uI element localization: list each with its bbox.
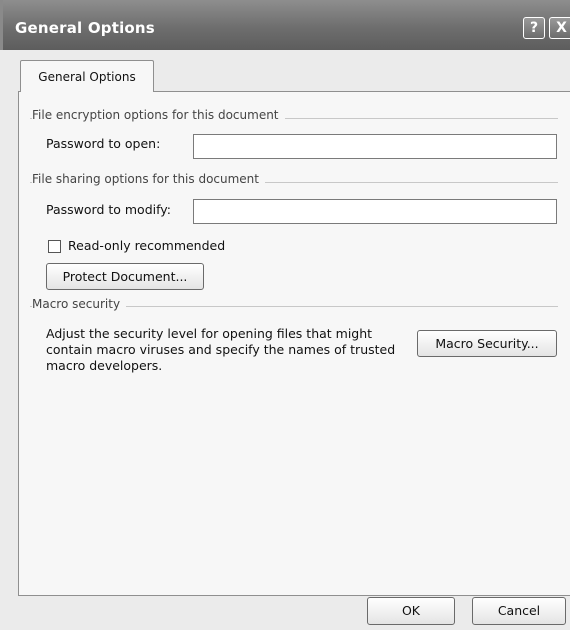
password-open-field[interactable]	[193, 134, 557, 159]
readonly-label[interactable]: Read-only recommended	[68, 238, 225, 253]
help-button[interactable]: ?	[523, 17, 545, 39]
encryption-group-label: File encryption options for this documen…	[32, 108, 285, 122]
sharing-group-label: File sharing options for this document	[32, 172, 265, 186]
cancel-button[interactable]: Cancel	[472, 597, 566, 625]
ok-button[interactable]: OK	[367, 597, 455, 625]
macro-group-label: Macro security	[32, 297, 127, 311]
window-title: General Options	[15, 19, 155, 37]
readonly-checkbox[interactable]	[48, 240, 61, 253]
password-modify-field[interactable]	[193, 199, 557, 224]
title-bar[interactable]: General Options ? X	[3, 0, 570, 50]
macro-security-button[interactable]: Macro Security...	[417, 330, 557, 357]
protect-document-button[interactable]: Protect Document...	[46, 263, 204, 290]
macro-description: Adjust the security level for opening fi…	[46, 326, 396, 373]
close-button[interactable]: X	[549, 17, 570, 39]
tab-general-options[interactable]: General Options	[20, 60, 154, 92]
password-modify-label: Password to modify:	[46, 202, 171, 217]
password-open-label: Password to open:	[46, 136, 161, 151]
dialog-client-area: General Options File encryption options …	[0, 50, 570, 630]
